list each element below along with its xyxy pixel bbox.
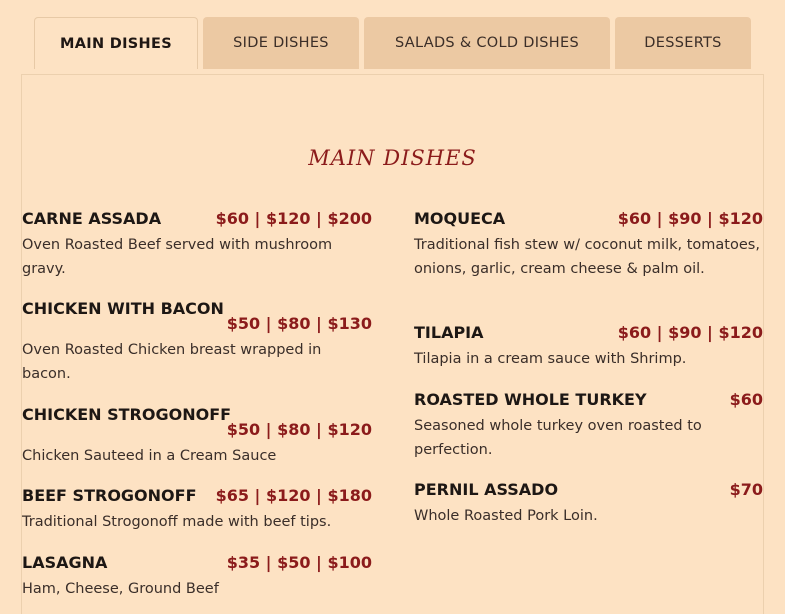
menu-item-price: $50 | $80 | $130: [226, 314, 372, 333]
menu-item-roasted-whole-turkey: ROASTED WHOLE TURKEY $60 Seasoned whole …: [414, 390, 763, 465]
menu-item-tilapia: TILAPIA $60 | $90 | $120 Tilapia in a cr…: [414, 323, 763, 373]
menu-item-name: CHICKEN STROGONOFF: [22, 405, 232, 424]
menu-item-description: Whole Roasted Pork Loin.: [414, 508, 598, 524]
menu-item-name: PERNIL ASSADO: [414, 480, 559, 499]
tab-desserts[interactable]: DESSERTS: [615, 17, 751, 69]
menu-item-name: CHICKEN WITH BACON: [22, 299, 224, 318]
menu-item-price: $60 | $90 | $120: [617, 209, 763, 228]
tab-salads-cold-dishes[interactable]: SALADS & COLD DISHES: [364, 17, 610, 69]
menu-item-moqueca: MOQUECA $60 | $90 | $120 Traditional fis…: [414, 209, 763, 309]
menu-item-lasagna: LASAGNA $35 | $50 | $100 Ham, Cheese, Gr…: [22, 553, 372, 603]
menu-item-chicken-strogonoff: CHICKEN STROGONOFF $50 | $80 | $120 Chic…: [22, 405, 372, 470]
menu-item-carne-assada: CARNE ASSADA $60 | $120 | $200 Oven Roas…: [22, 209, 372, 284]
menu-item-description: Tilapia in a cream sauce with Shrimp.: [414, 351, 687, 367]
menu-item-name: CARNE ASSADA: [22, 209, 162, 228]
menu-item-name: LASAGNA: [22, 553, 108, 572]
menu-item-price: $60 | $90 | $120: [617, 323, 763, 342]
menu-item-price: $50 | $80 | $120: [226, 420, 372, 439]
menu-item-description: Oven Roasted Beef served with mushroom g…: [22, 237, 333, 277]
menu-item-price: $60: [729, 390, 763, 409]
menu-item-name: TILAPIA: [414, 323, 484, 342]
menu-item-description: Traditional Strogonoff made with beef ti…: [22, 514, 332, 530]
tab-main-dishes[interactable]: MAIN DISHES: [34, 17, 198, 69]
section-title: MAIN DISHES: [308, 146, 477, 170]
menu-item-description: Seasoned whole turkey oven roasted to pe…: [414, 418, 702, 458]
menu-item-description: Oven Roasted Chicken breast wrapped in b…: [22, 342, 322, 382]
menu-item-name: ROASTED WHOLE TURKEY: [414, 390, 647, 409]
menu-item-description: Ham, Cheese, Ground Beef: [22, 581, 219, 597]
tab-side-dishes[interactable]: SIDE DISHES: [203, 17, 359, 69]
menu-item-price: $70: [729, 480, 763, 499]
menu-item-name: MOQUECA: [414, 209, 506, 228]
menu-item-price: $65 | $120 | $180: [215, 486, 372, 505]
menu-item-beef-strogonoff: BEEF STROGONOFF $65 | $120 | $180 Tradit…: [22, 486, 372, 536]
menu-item-description: Chicken Sauteed in a Cream Sauce: [22, 448, 277, 464]
menu-item-price: $60 | $120 | $200: [215, 209, 372, 228]
menu-item-chicken-with-bacon: CHICKEN WITH BACON $50 | $80 | $130 Oven…: [22, 299, 372, 389]
menu-item-price: $35 | $50 | $100: [226, 553, 372, 572]
menu-item-name: BEEF STROGONOFF: [22, 486, 197, 505]
menu-item-pernil-assado: PERNIL ASSADO $70 Whole Roasted Pork Loi…: [414, 480, 763, 530]
menu-item-description: Traditional fish stew w/ coconut milk, t…: [414, 237, 760, 277]
